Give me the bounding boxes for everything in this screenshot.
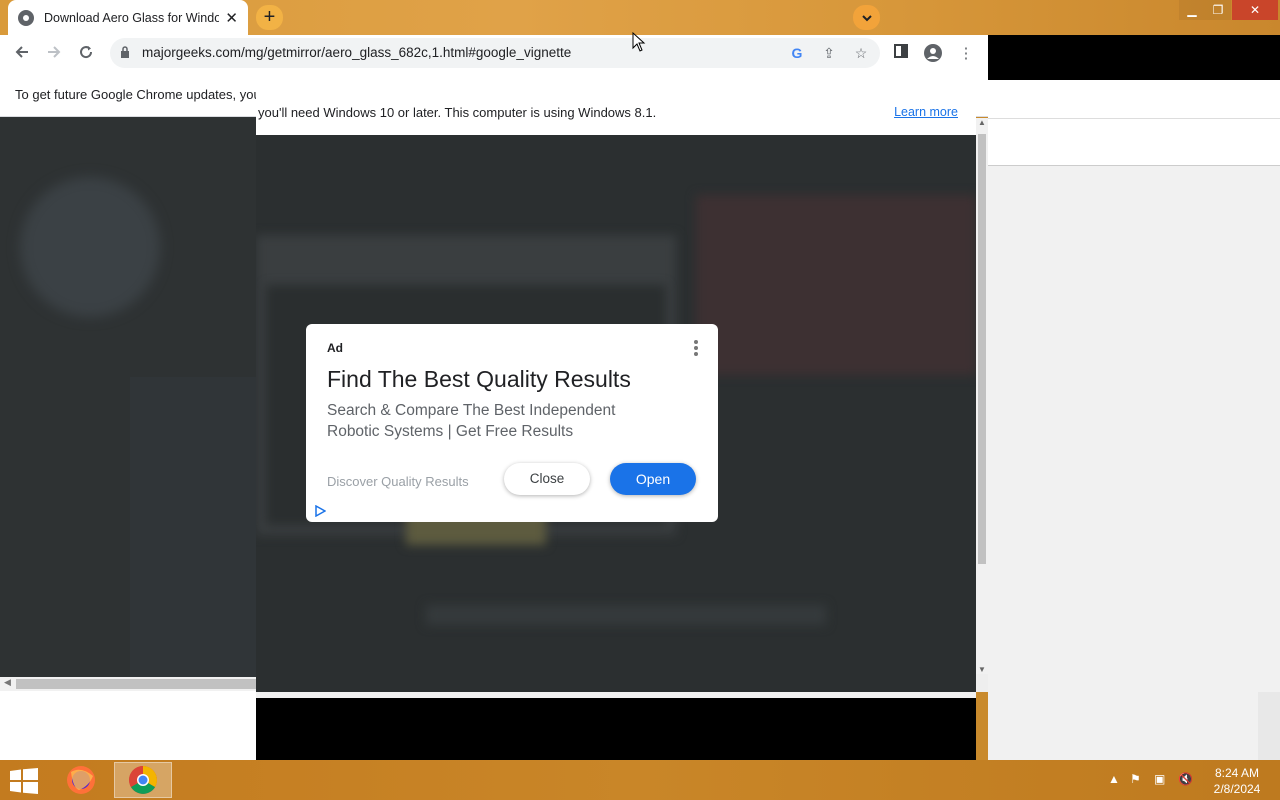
reload-button[interactable]: [75, 43, 97, 65]
scroll-up-icon[interactable]: ▲: [978, 118, 986, 127]
reload-icon: [80, 46, 93, 59]
ad-headline[interactable]: Find The Best Quality Results: [327, 366, 631, 393]
chrome-taskbar-button[interactable]: [114, 762, 172, 798]
tab-title: Download Aero Glass for Windows: [44, 10, 219, 25]
url-text: majorgeeks.com/mg/getmirror/aero_glass_6…: [142, 45, 572, 60]
restore-button[interactable]: ❐: [1205, 0, 1231, 20]
lock-icon: [121, 46, 129, 58]
right-pane: [988, 80, 1280, 760]
clock-time: 8:24 AM: [1214, 766, 1260, 780]
share-icon[interactable]: ⇪: [819, 43, 839, 63]
chrome-icon: [129, 766, 157, 794]
horizontal-scrollbar[interactable]: ◀: [0, 677, 256, 691]
scroll-down-icon[interactable]: ▼: [978, 665, 986, 674]
clock-date: 2/8/2024: [1213, 782, 1261, 796]
volume-muted-icon[interactable]: 🔇: [1178, 772, 1193, 786]
ad-dialog: Ad Find The Best Quality Results Search …: [306, 324, 718, 522]
side-panel-icon[interactable]: [890, 43, 912, 65]
bookmark-star-icon[interactable]: ☆: [851, 43, 871, 63]
open-button[interactable]: Open: [610, 463, 696, 495]
globe-icon: [18, 9, 34, 26]
title-bar: Download Aero Glass for Windows ✕ + ▁ ❐ …: [0, 0, 1280, 35]
menu-kebab-icon[interactable]: ⋮: [955, 43, 977, 65]
close-tab-icon[interactable]: ✕: [225, 9, 238, 27]
minimize-button[interactable]: ▁: [1179, 0, 1205, 20]
back-button[interactable]: [11, 43, 33, 65]
vertical-scroll-thumb[interactable]: [978, 134, 986, 564]
infobar-text-continued: you'll need Windows 10 or later. This co…: [258, 105, 657, 120]
adchoices-icon[interactable]: [314, 505, 326, 517]
arrow-right-icon: [48, 46, 61, 58]
window-close-button[interactable]: ✕: [1232, 0, 1278, 20]
tab-search-button[interactable]: [853, 5, 880, 30]
scroll-left-icon[interactable]: ◀: [4, 677, 11, 688]
google-lens-icon[interactable]: G: [787, 43, 807, 63]
chevron-down-icon: [861, 15, 872, 22]
network-icon[interactable]: ▣: [1154, 772, 1165, 786]
arrow-left-icon: [15, 46, 28, 58]
mouse-cursor-icon: [632, 32, 646, 52]
browser-tab[interactable]: Download Aero Glass for Windows ✕: [8, 0, 248, 35]
show-hidden-icons-icon[interactable]: ▲: [1108, 772, 1120, 786]
ad-label: Ad: [327, 341, 343, 355]
taskbar: ▲ ⚑ ▣ 🔇 8:24 AM 2/8/2024: [0, 760, 1280, 800]
infobar-overlay: you'll need Windows 10 or later. This co…: [256, 90, 976, 135]
page-background-left: [0, 117, 256, 677]
firefox-taskbar-button[interactable]: [52, 762, 110, 798]
firefox-icon: [67, 766, 95, 794]
new-tab-button[interactable]: +: [256, 5, 283, 30]
windows-start-icon[interactable]: [10, 768, 38, 794]
close-button[interactable]: Close: [504, 463, 590, 495]
browser-toolbar: majorgeeks.com/mg/getmirror/aero_glass_6…: [0, 35, 988, 72]
black-region-bottom: [256, 698, 976, 760]
infobar-text: To get future Google Chrome updates, you: [15, 87, 261, 102]
ad-description: Search & Compare The Best Independent Ro…: [327, 402, 616, 440]
vertical-scrollbar[interactable]: ▲ ▼: [976, 118, 988, 674]
address-bar[interactable]: majorgeeks.com/mg/getmirror/aero_glass_6…: [110, 38, 880, 68]
black-region: [988, 35, 1280, 80]
system-clock[interactable]: 8:24 AM 2/8/2024: [1208, 765, 1266, 797]
horizontal-scroll-thumb[interactable]: [16, 679, 256, 689]
learn-more-link[interactable]: Learn more: [894, 105, 958, 119]
action-center-flag-icon[interactable]: ⚑: [1130, 772, 1141, 786]
ad-display-url[interactable]: Discover Quality Results: [327, 474, 469, 489]
forward-button[interactable]: [43, 43, 65, 65]
more-options-icon[interactable]: [691, 338, 701, 358]
profile-avatar-icon[interactable]: [922, 43, 944, 65]
